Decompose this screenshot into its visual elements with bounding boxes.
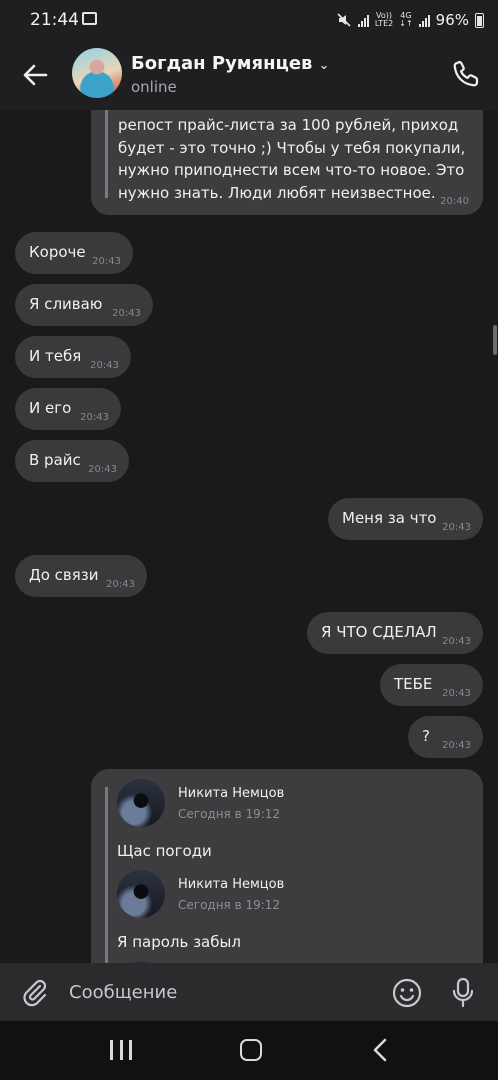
- battery-percent: 96%: [435, 11, 469, 29]
- message-text: ?: [422, 727, 430, 745]
- quote-bar: [105, 110, 108, 198]
- microphone-icon[interactable]: [448, 976, 478, 1008]
- contact-status: online: [131, 78, 177, 96]
- message-time: 20:43: [112, 308, 141, 319]
- message-bubble-incoming[interactable]: И его 20:43: [15, 388, 121, 430]
- message-bubble-incoming[interactable]: Короче 20:43: [15, 232, 133, 274]
- message-time: 20:43: [88, 464, 117, 475]
- message-time: 20:43: [106, 579, 135, 590]
- home-button[interactable]: [240, 1039, 262, 1061]
- forwarded-date: Сегодня в 19:12: [178, 898, 281, 912]
- message-text: ТЕБЕ: [394, 675, 433, 693]
- message-time: 20:43: [442, 522, 471, 533]
- message-bubble-outgoing[interactable]: Я ЧТО СДЕЛАЛ 20:43: [307, 612, 483, 654]
- message-bubble-outgoing[interactable]: ? 20:43: [408, 716, 483, 758]
- message-text: Короче: [29, 243, 86, 261]
- message-bubble-incoming[interactable]: Я сливаю 20:43: [15, 284, 153, 326]
- message-time: 20:43: [442, 636, 471, 647]
- paperclip-icon[interactable]: [20, 977, 50, 1007]
- network-label-2: 4G ↓↑: [399, 12, 412, 28]
- message-text: И его: [29, 399, 72, 417]
- message-input[interactable]: Сообщение: [69, 982, 177, 1003]
- message-bubble-outgoing[interactable]: репост прайс-листа за 100 рублей, приход…: [91, 110, 483, 215]
- chat-header: Богдан Румянцев ⌄ online: [0, 40, 498, 110]
- mute-icon: [337, 13, 351, 27]
- message-line: будет - это точно ;) Чтобы у тебя покупа…: [118, 138, 466, 157]
- message-bubble-incoming[interactable]: И тебя 20:43: [15, 336, 131, 378]
- message-bubble-outgoing[interactable]: Меня за что 20:43: [328, 498, 483, 540]
- back-arrow-icon[interactable]: [20, 60, 50, 90]
- message-text: Я ЧТО СДЕЛАЛ: [321, 623, 437, 641]
- system-back-icon[interactable]: [370, 1037, 392, 1063]
- message-bubble-incoming[interactable]: До связи 20:43: [15, 555, 147, 597]
- forwarded-text: Щас погоди: [117, 842, 212, 860]
- message-line: нужно знать. Люди любят неизвестное.: [118, 183, 436, 202]
- message-text: репост прайс-листа за 100 рублей, приход…: [118, 114, 468, 204]
- message-text: В райс: [29, 451, 81, 469]
- forwarded-author-avatar: [117, 870, 165, 918]
- message-time: 20:43: [92, 256, 121, 267]
- scrollbar[interactable]: [493, 325, 497, 355]
- forwarded-date: Сегодня в 19:12: [178, 807, 281, 821]
- recents-button[interactable]: [110, 1040, 132, 1060]
- message-line: нужно приподнести всем что-то новое. Это: [118, 161, 465, 179]
- status-bar: 21:44 Vo)) LTE2 4G ↓↑ 96%: [0, 0, 498, 40]
- message-text: Меня за что: [342, 509, 437, 527]
- message-time: 20:43: [90, 360, 119, 371]
- message-bubble-outgoing[interactable]: ТЕБЕ 20:43: [380, 664, 483, 706]
- forwarded-messages-bubble[interactable]: Никита Немцов Сегодня в 19:12 Щас погоди…: [91, 769, 483, 963]
- message-bubble-incoming[interactable]: В райс 20:43: [15, 440, 129, 482]
- emoji-icon[interactable]: [391, 977, 423, 1009]
- message-list[interactable]: репост прайс-листа за 100 рублей, приход…: [0, 110, 498, 963]
- contact-avatar[interactable]: [72, 48, 122, 98]
- message-text: Я сливаю: [29, 295, 103, 313]
- battery-icon: [475, 12, 484, 28]
- status-indicators: Vo)) LTE2 4G ↓↑ 96%: [336, 9, 484, 31]
- quote-bar: [105, 787, 108, 963]
- network-bottom: LTE2: [374, 19, 394, 28]
- message-time: 20:43: [442, 688, 471, 699]
- network2-bottom: ↓↑: [399, 19, 413, 28]
- chevron-down-icon: ⌄: [318, 58, 330, 73]
- forwarded-author-name: Никита Немцов: [178, 786, 285, 801]
- message-line: репост прайс-листа за 100 рублей, приход: [118, 116, 459, 134]
- forwarded-author-avatar: [117, 779, 165, 827]
- system-nav-bar: [0, 1021, 498, 1080]
- contact-name-button[interactable]: Богдан Румянцев ⌄: [131, 53, 329, 74]
- forwarded-text: Я пароль забыл: [117, 933, 241, 951]
- signal-icon: [357, 14, 369, 27]
- gallery-icon: [82, 12, 97, 25]
- message-time: 20:43: [80, 412, 109, 423]
- message-time: 20:40: [440, 196, 469, 207]
- message-text: До связи: [29, 566, 99, 584]
- network-label-1: Vo)) LTE2: [375, 12, 393, 28]
- message-time: 20:43: [442, 740, 471, 751]
- composer: Сообщение: [0, 963, 498, 1021]
- contact-name: Богдан Румянцев: [131, 53, 313, 74]
- forwarded-author-name: Никита Немцов: [178, 877, 285, 892]
- message-text: И тебя: [29, 347, 82, 365]
- phone-icon[interactable]: [450, 58, 482, 90]
- status-time: 21:44: [30, 10, 79, 30]
- signal-icon: [418, 14, 430, 27]
